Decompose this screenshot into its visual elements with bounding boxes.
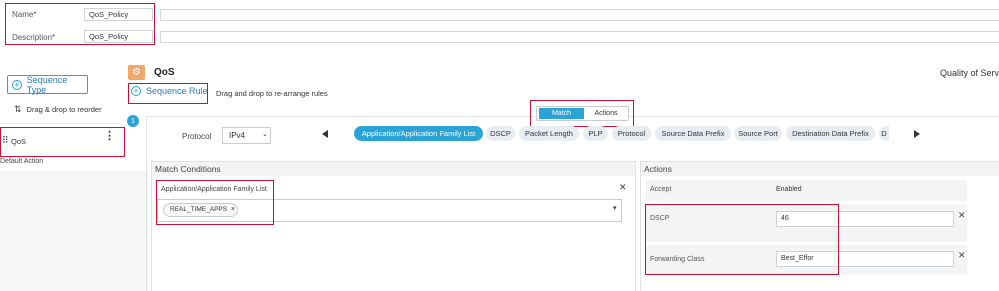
remove-dscp-icon[interactable]: ✕: [958, 210, 966, 221]
drag-reorder-label: Drag & drop to reorder: [26, 105, 102, 114]
pill-application-family-list[interactable]: Application/Application Family List: [354, 126, 483, 141]
remove-forwarding-icon[interactable]: ✕: [958, 250, 966, 261]
chevron-down-icon: ⌄: [262, 131, 268, 138]
quality-of-service-label: Quality of Servic: [940, 68, 999, 78]
pill-packet-length[interactable]: Packet Length: [519, 126, 579, 141]
name-field-extension[interactable]: [160, 9, 999, 21]
accept-value: Enabled: [776, 186, 802, 193]
sequence-type-label: Sequence Type: [26, 74, 68, 95]
actions-highlight: [645, 204, 839, 275]
sequence-type-button[interactable]: + Sequence Type: [7, 74, 88, 95]
plus-circle-icon: +: [12, 79, 22, 90]
accept-label: Accept: [650, 186, 672, 193]
sequence-list-divider: [0, 123, 122, 124]
protocol-selected: IPv4: [229, 131, 246, 140]
application-field-highlight: [156, 180, 274, 225]
pill-destination-data-prefix[interactable]: Destination Data Prefix: [786, 126, 875, 141]
sequence-item-highlight: [0, 127, 125, 157]
qos-gear-icon: ⚙: [128, 65, 145, 80]
scroll-left-icon[interactable]: [322, 130, 328, 138]
match-conditions-header: [152, 162, 635, 176]
reorder-arrows-icon: ⇅: [14, 104, 22, 114]
pill-plp[interactable]: PLP: [583, 126, 608, 141]
match-conditions-title: Match Conditions: [155, 164, 221, 174]
pill-source-data-prefix[interactable]: Source Data Prefix: [655, 126, 731, 141]
pill-truncated[interactable]: D: [879, 126, 889, 141]
protocol-label: Protocol: [182, 132, 212, 141]
name-description-highlight: [5, 3, 155, 45]
pill-dscp[interactable]: DSCP: [486, 126, 515, 141]
description-field-extension[interactable]: [160, 31, 999, 43]
match-actions-highlight: [530, 100, 634, 127]
pill-protocol[interactable]: Protocol: [612, 126, 651, 141]
actions-title: Actions: [644, 164, 672, 174]
chevron-down-icon: ▾: [613, 205, 617, 212]
default-action-label[interactable]: Default Action: [0, 158, 43, 165]
actions-header: [641, 162, 999, 176]
drag-rules-hint: Drag and drop to re-arrange rules: [216, 89, 328, 98]
scroll-right-icon[interactable]: [914, 130, 920, 138]
drag-reorder-hint: ⇅ Drag & drop to reorder: [14, 104, 102, 115]
protocol-select[interactable]: IPv4 ⌄: [222, 127, 271, 144]
left-panel-bottom: [0, 170, 148, 291]
pill-source-port[interactable]: Source Port: [734, 126, 782, 141]
page-title: QoS: [154, 67, 175, 78]
remove-condition-icon[interactable]: ✕: [619, 182, 627, 193]
rule-number-badge: 1: [127, 115, 139, 127]
sequence-rule-highlight: [128, 83, 208, 104]
accept-row: [646, 180, 967, 201]
